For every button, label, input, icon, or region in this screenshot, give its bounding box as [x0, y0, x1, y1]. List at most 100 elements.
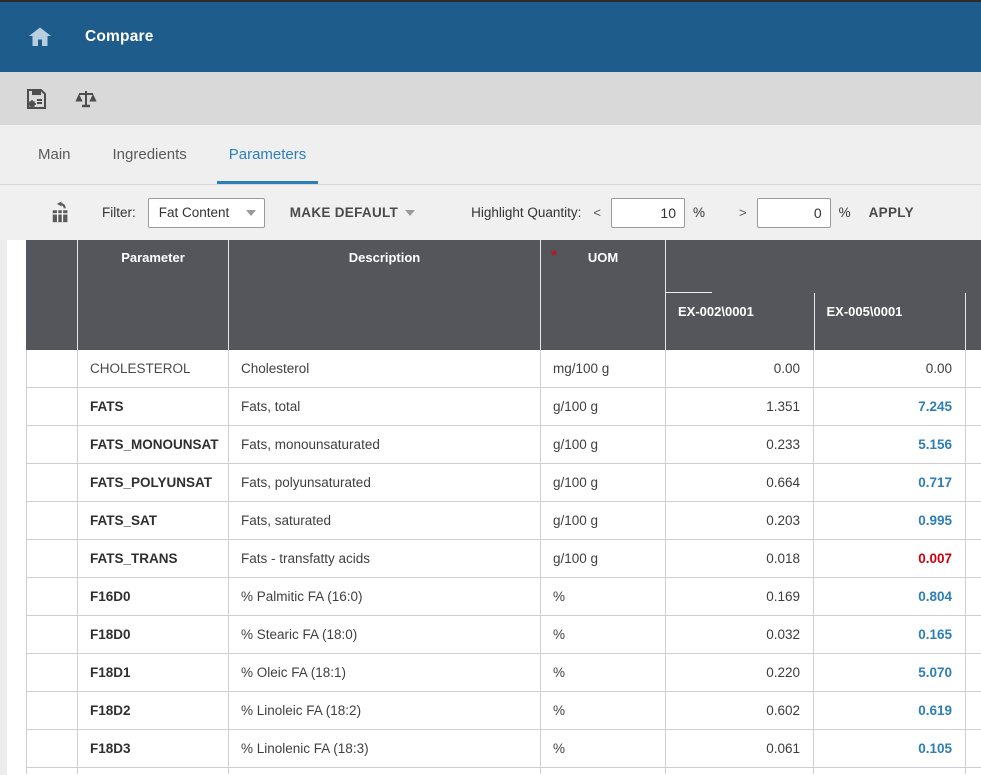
- uom-cell: %: [540, 654, 665, 691]
- ex005-value: 0.165: [918, 627, 952, 642]
- row-selector-header: [26, 240, 77, 350]
- ex005-value-cell: 0.995: [813, 502, 965, 539]
- ex002-value-cell: 0.169: [665, 578, 813, 615]
- tab-ingredients[interactable]: Ingredients: [101, 125, 199, 184]
- row-selector-cell[interactable]: [26, 692, 77, 729]
- ex002-value-cell: [665, 768, 813, 774]
- row-selector-cell[interactable]: [26, 730, 77, 767]
- less-than-symbol: <: [593, 205, 601, 220]
- ex005-value: 0.007: [918, 551, 952, 566]
- ex002-value-cell: 0.203: [665, 502, 813, 539]
- highlight-greater-input[interactable]: [757, 198, 831, 228]
- table-row: F18D3 % Linolenic FA (18:3) % 0.061 0.10…: [26, 730, 981, 768]
- ex005-value: 7.245: [918, 399, 952, 414]
- table-row: FATS_POLYUNSAT Fats, polyunsaturated g/1…: [26, 464, 981, 502]
- save-settings-icon[interactable]: [24, 87, 48, 111]
- parameter-value: F18D0: [90, 627, 131, 642]
- parameter-value: F16D0: [90, 589, 131, 604]
- ex005-value-cell: 5.156: [813, 426, 965, 463]
- description-cell: Fats, polyunsaturated: [228, 464, 540, 501]
- export-table-icon[interactable]: [50, 201, 72, 225]
- partial-cell: [965, 388, 981, 425]
- description-cell: Fats - transfatty acids: [228, 540, 540, 577]
- parameter-cell: FATS_TRANS: [77, 540, 228, 577]
- parameter-column-header: Parameter: [77, 240, 228, 350]
- percent-label: %: [839, 205, 851, 220]
- make-default-label: MAKE DEFAULT: [290, 205, 398, 220]
- table-row: F18D1 % Oleic FA (18:1) % 0.220 5.070: [26, 654, 981, 692]
- highlight-less-input[interactable]: [611, 198, 685, 228]
- parameter-value: FATS_SAT: [90, 513, 157, 528]
- sample-columns-group: EX-002\0001 EX-005\0001: [665, 240, 981, 350]
- uom-cell: g/100 g: [540, 464, 665, 501]
- uom-cell: g/100 g: [540, 426, 665, 463]
- ex005-value: 5.070: [918, 665, 952, 680]
- description-column-header: Description: [228, 240, 540, 350]
- filter-bar: Filter: Fat Content MAKE DEFAULT Highlig…: [0, 185, 981, 240]
- ex005-value: 0.619: [918, 703, 952, 718]
- compare-scales-icon[interactable]: [74, 87, 98, 111]
- uom-cell: g/100 g: [540, 540, 665, 577]
- row-selector-cell[interactable]: [26, 540, 77, 577]
- ex005-value-cell: 0.165: [813, 616, 965, 653]
- ex002-value-cell: 0.061: [665, 730, 813, 767]
- row-selector-cell[interactable]: [26, 388, 77, 425]
- uom-cell: g/100 g: [540, 502, 665, 539]
- parameter-value: FATS_POLYUNSAT: [90, 475, 212, 490]
- row-selector-cell[interactable]: [26, 426, 77, 463]
- home-icon[interactable]: [27, 25, 53, 49]
- sample-group-header: [666, 240, 981, 293]
- uom-cell: g/100 g: [540, 388, 665, 425]
- ex005-value: 5.156: [918, 437, 952, 452]
- table-row: CHOLESTEROL Cholesterol mg/100 g 0.00 0.…: [26, 350, 981, 388]
- row-selector-cell[interactable]: [26, 578, 77, 615]
- row-selector-cell[interactable]: [26, 464, 77, 501]
- row-selector-cell[interactable]: [26, 616, 77, 653]
- ex005-value: 0.717: [918, 475, 952, 490]
- row-selector-cell: [26, 768, 77, 774]
- make-default-button[interactable]: MAKE DEFAULT: [290, 205, 415, 220]
- percent-label: %: [693, 205, 705, 220]
- filter-dropdown[interactable]: Fat Content: [148, 198, 265, 228]
- sample-column-header-ex002: EX-002\0001: [666, 293, 814, 350]
- ex005-value-cell: 0.007: [813, 540, 965, 577]
- ex005-value-cell: 0.00: [813, 350, 965, 387]
- ex005-value-cell: 0.717: [813, 464, 965, 501]
- parameter-value: F18D1: [90, 665, 131, 680]
- ex002-value-cell: 0.018: [665, 540, 813, 577]
- description-cell: Fats, saturated: [228, 502, 540, 539]
- partial-cell: [965, 464, 981, 501]
- ex005-value: 0.105: [918, 741, 952, 756]
- partial-cell: [965, 350, 981, 387]
- apply-button[interactable]: APPLY: [869, 205, 914, 220]
- app-bar: Compare: [0, 2, 981, 72]
- parameter-cell: FATS_SAT: [77, 502, 228, 539]
- row-selector-cell[interactable]: [26, 502, 77, 539]
- tab-main[interactable]: Main: [26, 125, 83, 184]
- parameters-table: Parameter Description * UOM EX-002\0001 …: [26, 240, 981, 774]
- table-row: F18D2 % Linoleic FA (18:2) % 0.602 0.619: [26, 692, 981, 730]
- ex005-value-cell: 0.619: [813, 692, 965, 729]
- row-selector-cell[interactable]: [26, 654, 77, 691]
- partial-cell: [965, 730, 981, 767]
- row-selector-cell[interactable]: [26, 350, 77, 387]
- ex002-value-cell: 1.351: [665, 388, 813, 425]
- uom-column-header: * UOM: [540, 240, 665, 350]
- parameter-cell: F18D1: [77, 654, 228, 691]
- ex005-value-cell: 5.070: [813, 654, 965, 691]
- chevron-down-icon: [405, 210, 415, 216]
- table-row: FATS_TRANS Fats - transfatty acids g/100…: [26, 540, 981, 578]
- parameter-value: FATS_TRANS: [90, 551, 178, 566]
- tab-parameters[interactable]: Parameters: [217, 125, 319, 184]
- description-cell: % Linoleic FA (18:2): [228, 692, 540, 729]
- chevron-down-icon: [246, 210, 256, 216]
- ex005-value: 0.804: [918, 589, 952, 604]
- filter-dropdown-value: Fat Content: [159, 205, 246, 220]
- description-cell: % Linolenic FA (18:3): [228, 730, 540, 767]
- uom-cell: %: [540, 730, 665, 767]
- parameter-cell: F18D0: [77, 616, 228, 653]
- partial-cell: [965, 426, 981, 463]
- ex002-value-cell: 0.602: [665, 692, 813, 729]
- ex002-value-cell: 0.032: [665, 616, 813, 653]
- parameter-cell: CHOLESTEROL: [77, 350, 228, 387]
